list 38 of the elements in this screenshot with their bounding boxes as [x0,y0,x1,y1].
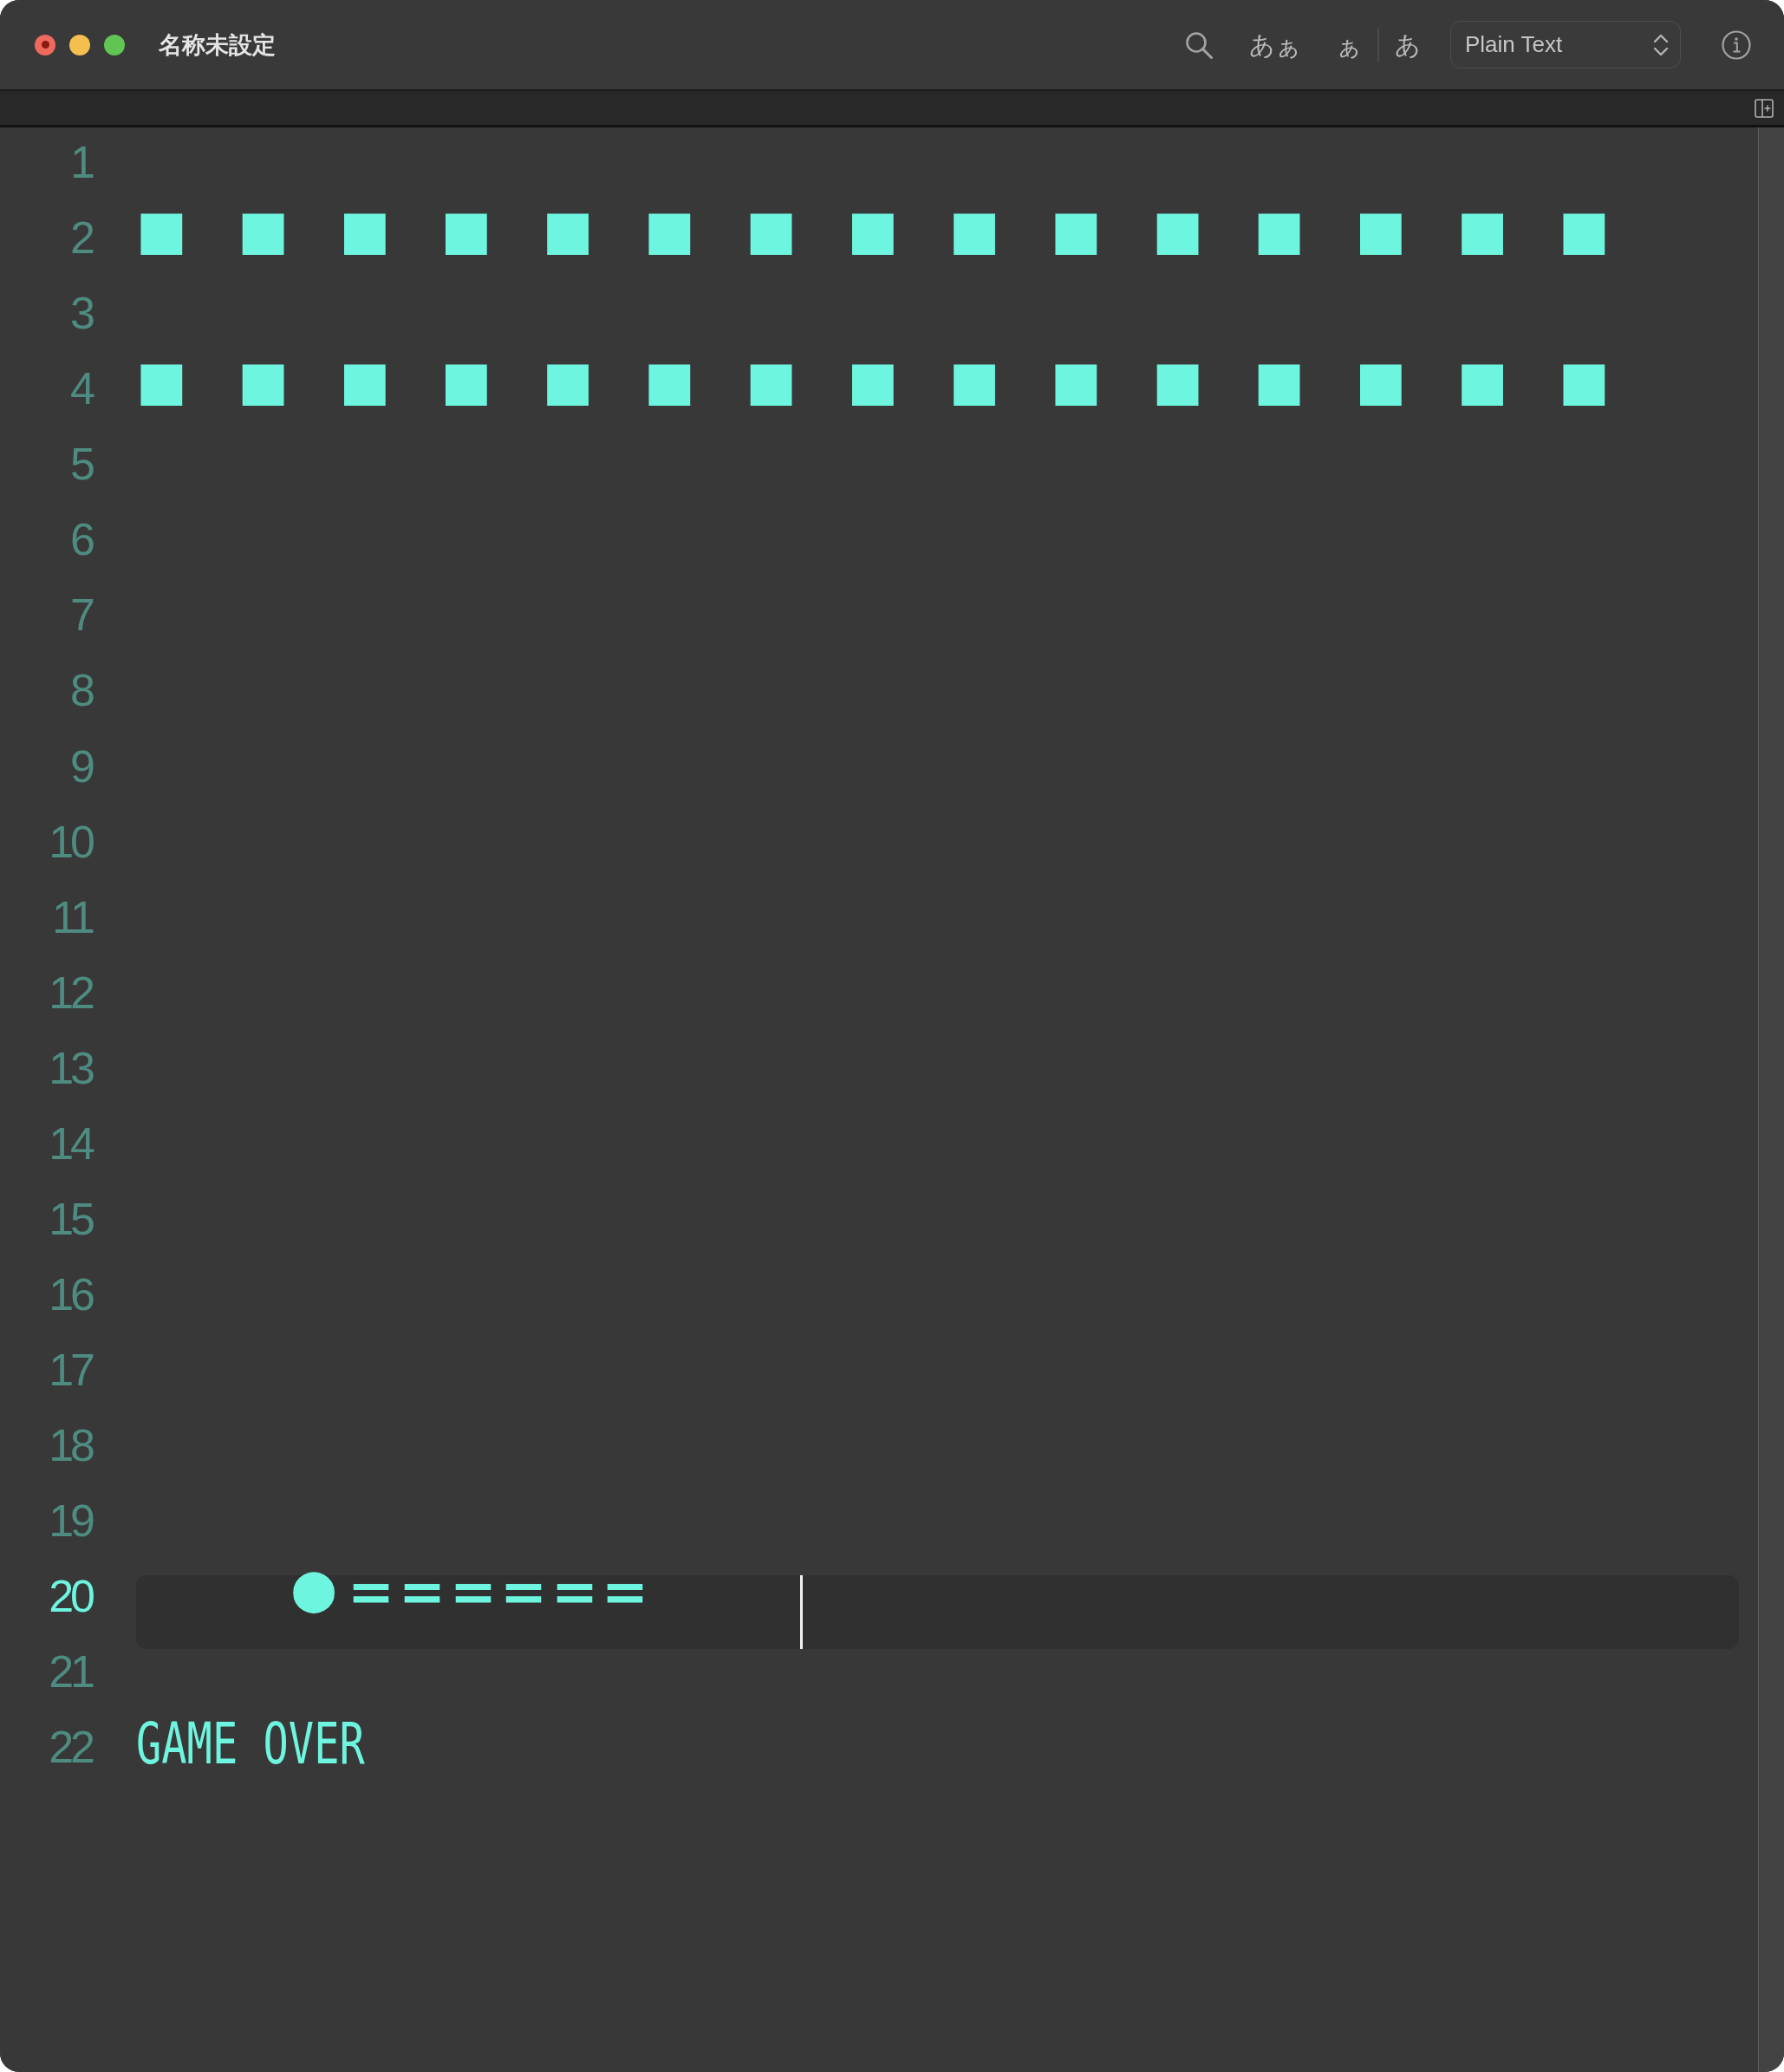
editor-line-text: ●＝＝＝＝＝＝ [292,1566,648,1623]
line-number: 6 [70,518,94,561]
line-number: 11 [52,896,94,938]
editor-line-text: ■ ■ ■ ■ ■ ■ ■ ■ ■ ■ ■ ■ ■ ■ ■ [140,207,1606,264]
search-icon[interactable] [1185,30,1213,59]
line-number: 13 [49,1046,94,1089]
line-number: 14 [49,1122,94,1164]
line-number: 19 [49,1500,94,1542]
line-number: 16 [49,1273,94,1315]
close-icon[interactable] [35,34,55,55]
toolbar-text-button[interactable]: ぁ [1336,27,1362,62]
line-number: 2 [70,217,94,259]
line-number: 20 [49,1575,94,1618]
line-number: 1 [70,141,94,183]
split-view-icon[interactable] [1755,98,1774,118]
line-number: 8 [70,669,94,712]
window-title: 名称未設定 [159,29,276,60]
line-number: 5 [70,443,94,485]
line-number: 18 [49,1424,94,1467]
line-number: 15 [49,1197,94,1240]
line-number: 10 [49,820,94,863]
line-number: 22 [49,1726,94,1769]
editor-line-text: ■ ■ ■ ■ ■ ■ ■ ■ ■ ■ ■ ■ ■ ■ ■ [140,358,1606,415]
editor-line-text: GAME OVER [136,1717,366,1774]
toolbar-text-button[interactable]: あぁ [1249,27,1301,62]
line-number: 9 [70,745,94,787]
line-number: 12 [49,971,94,1013]
info-icon[interactable] [1722,29,1751,60]
zoom-icon[interactable] [104,34,125,55]
line-number: 7 [70,594,94,636]
line-number: 4 [70,368,94,410]
line-number: 17 [49,1349,94,1391]
minimize-icon[interactable] [69,34,90,55]
line-number: 3 [70,292,94,335]
line-number: 21 [49,1651,94,1693]
chevron-up-down-icon [1653,32,1669,57]
syntax-popup-button[interactable]: Plain Text [1450,21,1681,68]
toolbar-text-button[interactable]: あ [1395,27,1421,62]
